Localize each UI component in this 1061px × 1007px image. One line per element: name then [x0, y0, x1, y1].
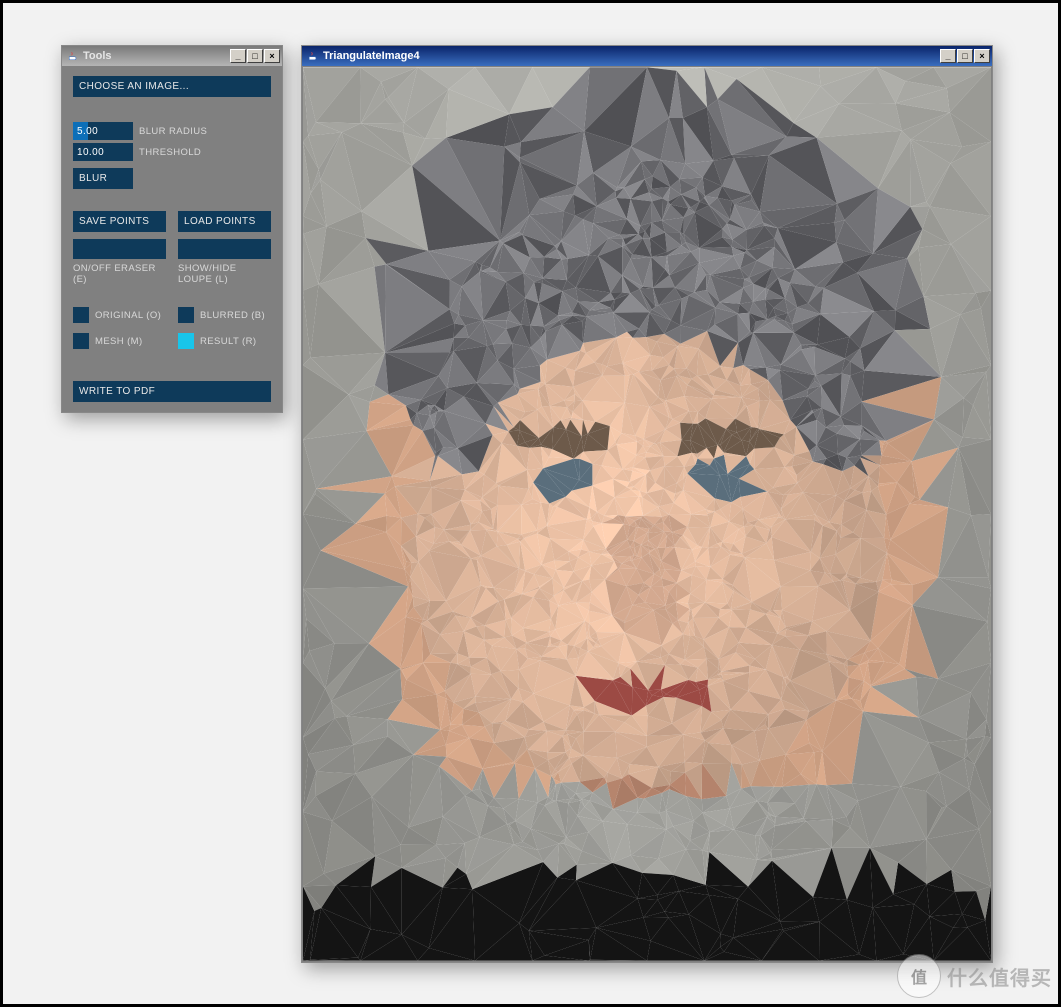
- blurred-label: BLURRED (B): [200, 310, 265, 321]
- watermark-badge: 值: [897, 954, 941, 998]
- maximize-button[interactable]: □: [247, 49, 263, 63]
- close-button[interactable]: ×: [264, 49, 280, 63]
- tools-body: CHOOSE AN IMAGE... 5.00 BLUR RADIUS 10.0…: [62, 66, 282, 412]
- maximize-button[interactable]: □: [957, 49, 973, 63]
- java-icon: [306, 49, 320, 63]
- blur-radius-slider[interactable]: 5.00: [73, 122, 133, 140]
- minimize-button[interactable]: _: [230, 49, 246, 63]
- close-button[interactable]: ×: [974, 49, 990, 63]
- result-checkbox[interactable]: [178, 333, 194, 349]
- blurred-checkbox[interactable]: [178, 307, 194, 323]
- loupe-toggle-button[interactable]: [178, 239, 271, 259]
- original-label: ORIGINAL (O): [95, 310, 161, 321]
- minimize-button[interactable]: _: [940, 49, 956, 63]
- write-pdf-button[interactable]: WRITE TO PDF: [73, 381, 271, 402]
- mesh-checkbox[interactable]: [73, 333, 89, 349]
- threshold-value: 10.00: [77, 147, 104, 158]
- tools-window: Tools _ □ × CHOOSE AN IMAGE... 5.00 BLUR…: [61, 45, 283, 413]
- load-points-button[interactable]: LOAD POINTS: [178, 211, 271, 232]
- original-checkbox[interactable]: [73, 307, 89, 323]
- watermark-text: 什么值得买: [947, 962, 1052, 991]
- image-window: TriangulateImage4 _ □ ×: [301, 45, 993, 963]
- loupe-label: SHOW/HIDE LOUPE (L): [178, 263, 271, 285]
- java-icon: [66, 49, 80, 63]
- triangulated-image: [303, 67, 991, 961]
- tools-title: Tools: [83, 50, 230, 62]
- eraser-toggle-button[interactable]: [73, 239, 166, 259]
- threshold-slider[interactable]: 10.00: [73, 143, 133, 161]
- image-canvas-area[interactable]: [303, 67, 991, 961]
- mesh-label: MESH (M): [95, 336, 143, 347]
- watermark: 值 什么值得买: [897, 954, 1052, 998]
- image-title: TriangulateImage4: [323, 50, 940, 62]
- blur-button[interactable]: BLUR: [73, 168, 133, 189]
- threshold-label: THRESHOLD: [139, 147, 201, 158]
- blur-radius-label: BLUR RADIUS: [139, 126, 207, 137]
- tools-titlebar[interactable]: Tools _ □ ×: [62, 46, 282, 66]
- choose-image-button[interactable]: CHOOSE AN IMAGE...: [73, 76, 271, 97]
- blur-radius-value: 5.00: [77, 126, 98, 137]
- eraser-label: ON/OFF ERASER (E): [73, 263, 166, 285]
- image-titlebar[interactable]: TriangulateImage4 _ □ ×: [302, 46, 992, 66]
- save-points-button[interactable]: SAVE POINTS: [73, 211, 166, 232]
- result-label: RESULT (R): [200, 336, 256, 347]
